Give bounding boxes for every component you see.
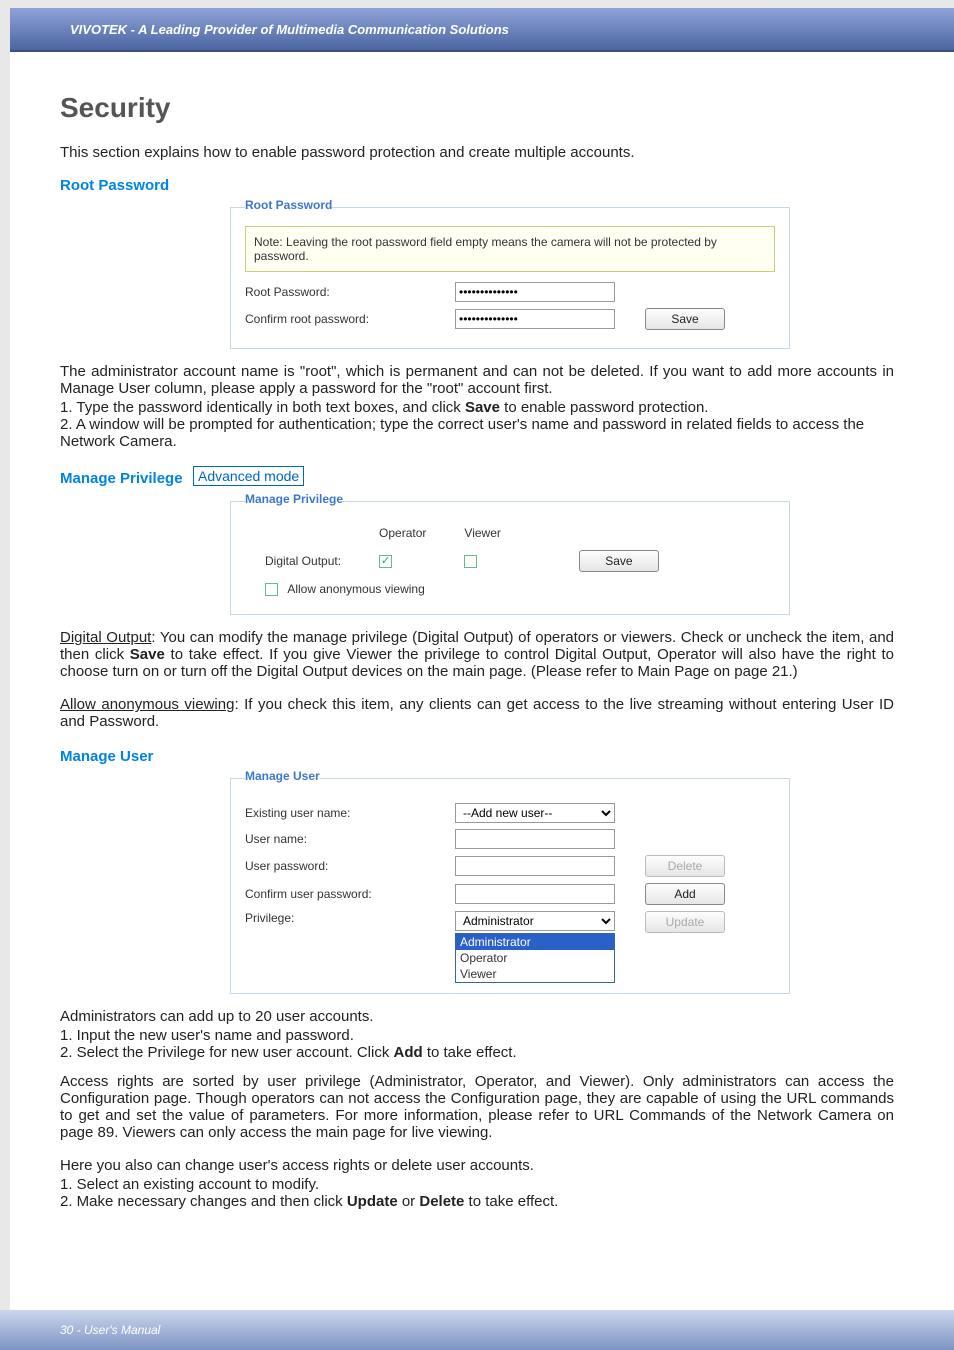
column-viewer: Viewer [446,522,518,544]
user-password-label: User password: [245,859,455,873]
root-password-panel: Root Password Note: Leaving the root pas… [230,200,790,349]
existing-user-label: Existing user name: [245,806,455,820]
viewer-digital-output-checkbox[interactable] [464,555,477,568]
confirm-root-password-label: Confirm root password: [245,312,455,326]
root-step-1: 1. Type the password identically in both… [60,399,894,416]
manage-user-heading: Manage User [60,748,894,765]
privilege-option-operator[interactable]: Operator [456,950,614,966]
root-password-input[interactable] [455,282,615,302]
privilege-label: Privilege: [245,911,455,925]
confirm-user-password-label: Confirm user password: [245,887,455,901]
header-bar: VIVOTEK - A Leading Provider of Multimed… [0,0,954,52]
row-digital-output-label: Digital Output: [247,546,359,576]
username-input[interactable] [455,829,615,849]
root-password-legend: Root Password [245,198,332,212]
confirm-user-password-input[interactable] [455,884,615,904]
page-title: Security [60,92,894,124]
allow-anonymous-checkbox[interactable] [265,583,278,596]
update-button[interactable]: Update [645,911,725,933]
allow-anonymous-description: Allow anonymous viewing: If you check th… [60,696,894,730]
user-password-input[interactable] [455,856,615,876]
left-margin-stripe [0,0,10,1350]
brand-text: VIVOTEK - A Leading Provider of Multimed… [70,22,509,37]
column-operator: Operator [361,522,444,544]
privilege-save-button[interactable]: Save [579,550,659,572]
confirm-root-password-input[interactable] [455,309,615,329]
privilege-select[interactable]: Administrator [455,911,615,931]
access-rights-description: Access rights are sorted by user privile… [60,1073,894,1141]
digital-output-description: Digital Output: You can modify the manag… [60,629,894,680]
existing-user-select[interactable]: --Add new user-- [455,803,615,823]
root-password-heading: Root Password [60,177,894,194]
privilege-option-viewer[interactable]: Viewer [456,966,614,982]
delete-button[interactable]: Delete [645,855,725,877]
username-label: User name: [245,832,455,846]
page-number: 30 - User's Manual [60,1323,160,1337]
root-password-label: Root Password: [245,285,455,299]
operator-digital-output-checkbox[interactable] [379,555,392,568]
add-button[interactable]: Add [645,883,725,905]
change-delete-step-2: 2. Make necessary changes and then click… [60,1193,894,1210]
change-delete-step-1: 1. Select an existing account to modify. [60,1176,894,1193]
manage-privilege-panel: Manage Privilege Operator Viewer Digital… [230,494,790,615]
root-description: The administrator account name is "root"… [60,363,894,397]
root-password-note: Note: Leaving the root password field em… [245,226,775,272]
footer-bar: 30 - User's Manual [0,1310,954,1350]
change-delete-intro: Here you also can change user's access r… [60,1157,894,1174]
manage-user-step-2: 2. Select the Privilege for new user acc… [60,1044,894,1061]
manage-user-panel: Manage User Existing user name: --Add ne… [230,771,790,994]
manage-privilege-heading: Manage Privilege [60,470,183,487]
root-step-2: 2. A window will be prompted for authent… [60,416,894,450]
allow-anonymous-label: Allow anonymous viewing [287,582,424,596]
privilege-options-list[interactable]: Administrator Operator Viewer [455,933,615,983]
save-button[interactable]: Save [645,308,725,330]
advanced-mode-badge: Advanced mode [193,466,304,486]
manage-privilege-legend: Manage Privilege [245,492,343,506]
manage-user-legend: Manage User [245,769,320,783]
manage-user-step-1: 1. Input the new user's name and passwor… [60,1027,894,1044]
intro-text: This section explains how to enable pass… [60,144,894,161]
privilege-option-administrator[interactable]: Administrator [456,934,614,950]
manage-user-intro: Administrators can add up to 20 user acc… [60,1008,894,1025]
